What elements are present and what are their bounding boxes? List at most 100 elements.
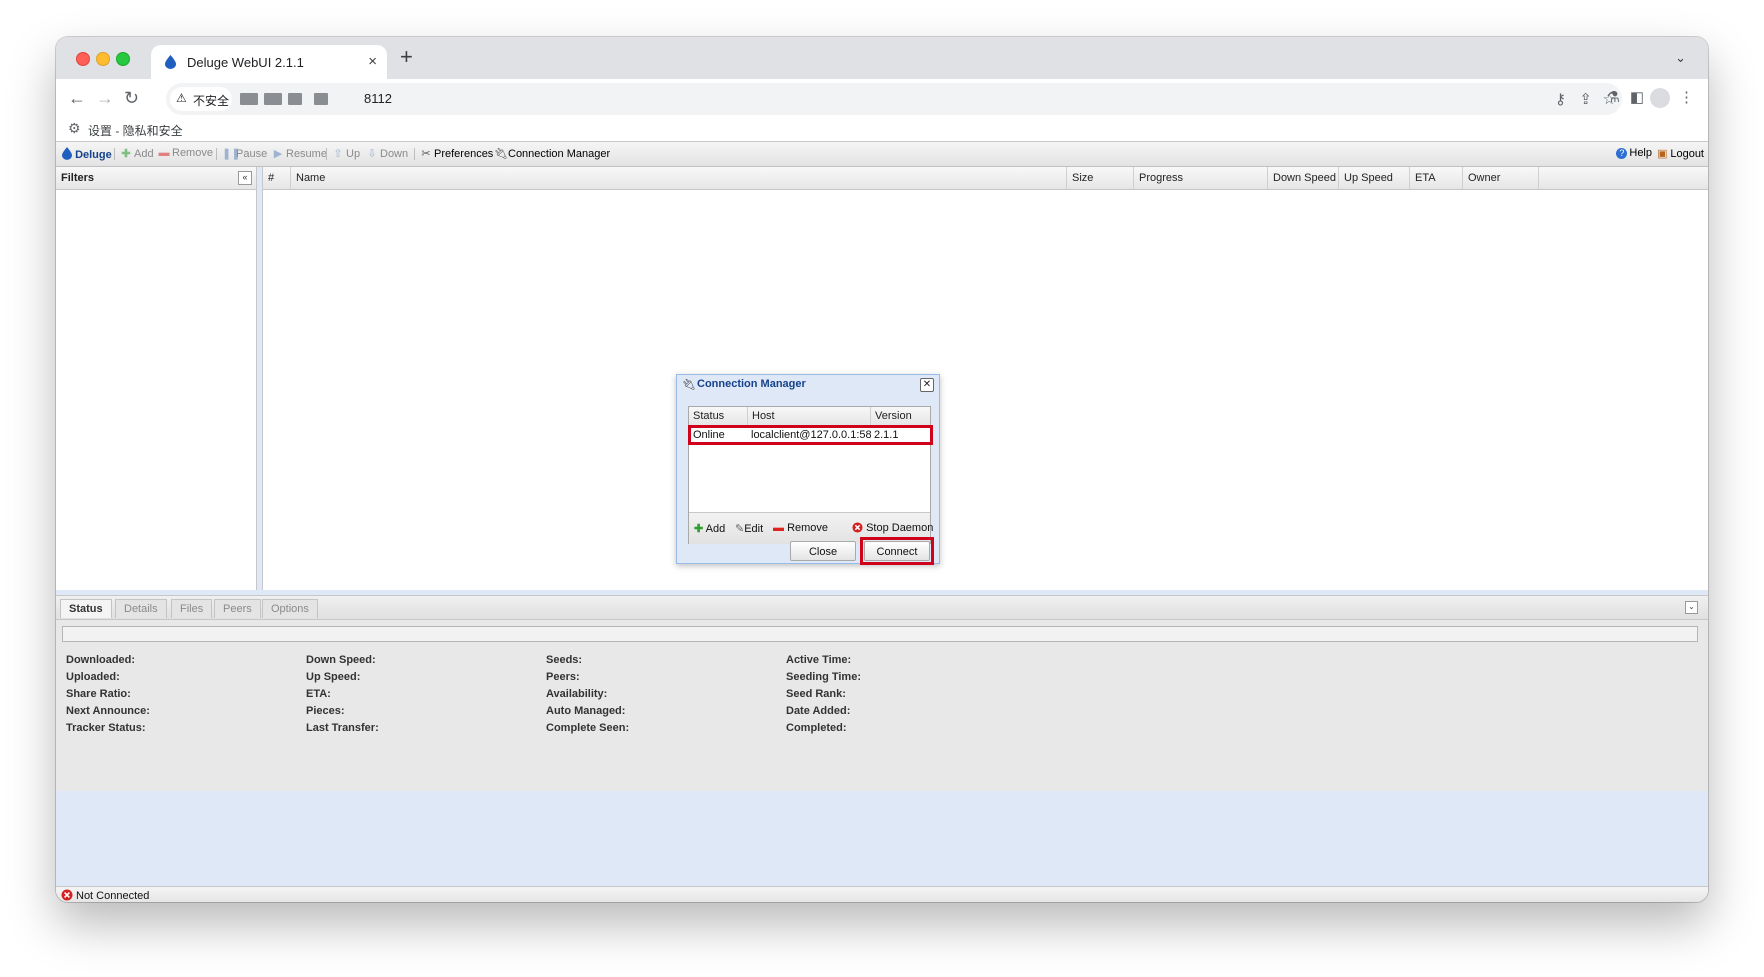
label-auto-managed: Auto Managed: [546, 705, 626, 717]
column-header-status[interactable]: Status [689, 407, 748, 425]
progress-bar [62, 626, 1698, 642]
filters-title: Filters [61, 172, 95, 184]
collapse-left-icon[interactable]: « [238, 171, 252, 185]
forward-arrow-icon[interactable]: → [96, 88, 114, 108]
column-header-name[interactable]: Name [291, 167, 1067, 189]
pause-label: Pause [236, 148, 268, 160]
add-label: Add [134, 148, 154, 160]
up-label: Up [346, 148, 361, 160]
label-complete-seen: Complete Seen: [546, 722, 630, 734]
host-status: Online [693, 429, 725, 441]
pause-icon: ❚❚ [222, 148, 241, 160]
address-bar[interactable]: ⚠ 不安全 8112 ⚷ ⇪ ☆ [166, 83, 1622, 115]
reload-icon[interactable]: ↻ [124, 88, 139, 108]
tab-search-chevron-icon[interactable]: ⌄ [1675, 50, 1686, 66]
torrent-grid: # Name Size Progress Down Speed Up Speed… [262, 167, 1708, 590]
new-tab-button[interactable]: + [400, 46, 413, 68]
help-button[interactable]: ? Help [1616, 147, 1652, 159]
tab-files[interactable]: Files [171, 599, 213, 618]
column-header-up-speed[interactable]: Up Speed [1339, 167, 1410, 189]
tab-peers[interactable]: Peers [214, 599, 261, 618]
remove-host-button[interactable]: ▬ Remove [773, 522, 828, 534]
browser-tab[interactable]: Deluge WebUI 2.1.1 × [151, 45, 387, 79]
resume-button[interactable]: ▶ Resume [272, 147, 327, 160]
column-header-owner[interactable]: Owner [1463, 167, 1539, 189]
plus-icon: ✚ [694, 523, 704, 535]
security-chip[interactable]: ⚠ 不安全 [170, 87, 232, 111]
stop-daemon-button[interactable]: Stop Daemon [852, 522, 933, 534]
label-share-ratio: Share Ratio: [66, 688, 131, 700]
minimize-window-button[interactable] [96, 52, 110, 66]
preferences-button[interactable]: ✂ Preferences [420, 147, 493, 160]
close-window-button[interactable] [76, 52, 90, 66]
more-menu-icon[interactable]: ⋮ [1679, 88, 1694, 106]
profile-avatar[interactable] [1650, 88, 1670, 108]
stop-error-icon [852, 522, 863, 533]
label-eta: ETA: [306, 688, 331, 700]
connection-manager-button[interactable]: 🔌︎Connection Manager [494, 147, 610, 160]
hosts-list-toolbar: ✚ Add ✎Edit ▬ Remove Stop Daemon [689, 512, 933, 544]
share-icon[interactable]: ⇪ [1579, 90, 1592, 108]
logout-button[interactable]: ▣ Logout [1656, 147, 1704, 160]
logout-label: Logout [1670, 148, 1704, 160]
connection-status-text: Not Connected [76, 890, 150, 902]
disconnected-error-icon [61, 889, 73, 902]
bookmark-settings-privacy[interactable]: 设置 - 隐私和安全 [88, 122, 183, 139]
tab-status[interactable]: Status [60, 599, 112, 618]
key-icon[interactable]: ⚷ [1555, 90, 1566, 108]
label-up-speed: Up Speed: [306, 671, 361, 683]
tab-details[interactable]: Details [115, 599, 167, 618]
remove-torrent-button[interactable]: ▬ Remove [158, 147, 213, 159]
pause-button[interactable]: ❚❚Pause [222, 147, 267, 160]
column-header-progress[interactable]: Progress [1134, 167, 1268, 189]
filters-panel: Filters « [56, 167, 257, 590]
play-icon: ▶ [273, 148, 283, 160]
connect-button[interactable]: Connect [864, 541, 930, 561]
deluge-menu-button[interactable]: Deluge [62, 147, 112, 161]
tab-options[interactable]: Options [262, 599, 318, 618]
minus-icon: ▬ [158, 147, 170, 159]
add-torrent-button[interactable]: ✚ Add [120, 147, 154, 160]
label-seeding-time: Seeding Time: [786, 671, 861, 683]
label-peers: Peers: [546, 671, 580, 683]
down-label: Down [380, 148, 409, 160]
column-header-down-speed[interactable]: Down Speed [1268, 167, 1339, 189]
hosts-list-header: Status Host Version [689, 407, 930, 426]
redacted-url-block [314, 93, 328, 105]
column-header-number[interactable]: # [263, 167, 291, 189]
side-panel-icon[interactable]: ◧ [1630, 88, 1644, 106]
add-host-button[interactable]: ✚ Add [694, 522, 725, 535]
column-header-version[interactable]: Version [871, 407, 931, 425]
close-button[interactable]: Close [790, 541, 856, 561]
toolbar-separator [216, 148, 217, 160]
column-header-eta[interactable]: ETA [1410, 167, 1463, 189]
column-header-size[interactable]: Size [1067, 167, 1134, 189]
details-panel: Status Details Files Peers Options ⌄ Dow… [56, 595, 1708, 791]
security-label: 不安全 [193, 94, 230, 108]
label-seed-rank: Seed Rank: [786, 688, 846, 700]
bookmarks-bar: ⚙ 设置 - 隐私和安全 [56, 119, 1708, 141]
redacted-url-block [240, 93, 258, 105]
queue-up-button[interactable]: ⇧ Up [332, 147, 360, 160]
collapse-down-icon[interactable]: ⌄ [1685, 601, 1698, 614]
minus-icon: ▬ [773, 522, 784, 534]
labs-flask-icon[interactable]: ⚗ [1607, 88, 1620, 106]
host-row[interactable]: Online localclient@127.0.0.1:58846 2.1.1 [689, 426, 930, 444]
edit-host-button[interactable]: ✎Edit [735, 522, 763, 535]
dialog-close-icon[interactable]: ✕ [920, 378, 934, 392]
preferences-label: Preferences [434, 148, 494, 160]
redacted-url-block [264, 93, 282, 105]
details-tab-strip: Status Details Files Peers Options ⌄ [56, 596, 1708, 620]
tab-title: Deluge WebUI 2.1.1 [187, 55, 304, 70]
queue-down-button[interactable]: ⇩ Down [366, 147, 408, 160]
tab-close-icon[interactable]: × [368, 53, 377, 70]
arrow-up-icon: ⇧ [333, 148, 343, 160]
column-header-host[interactable]: Host [748, 407, 871, 425]
back-arrow-icon[interactable]: ← [68, 88, 86, 108]
deluge-drop-icon [62, 147, 72, 160]
label-date-added: Date Added: [786, 705, 851, 717]
zoom-window-button[interactable] [116, 52, 130, 66]
label-pieces: Pieces: [306, 705, 345, 717]
grid-header: # Name Size Progress Down Speed Up Speed… [263, 167, 1708, 190]
toolbar-separator [114, 148, 115, 160]
